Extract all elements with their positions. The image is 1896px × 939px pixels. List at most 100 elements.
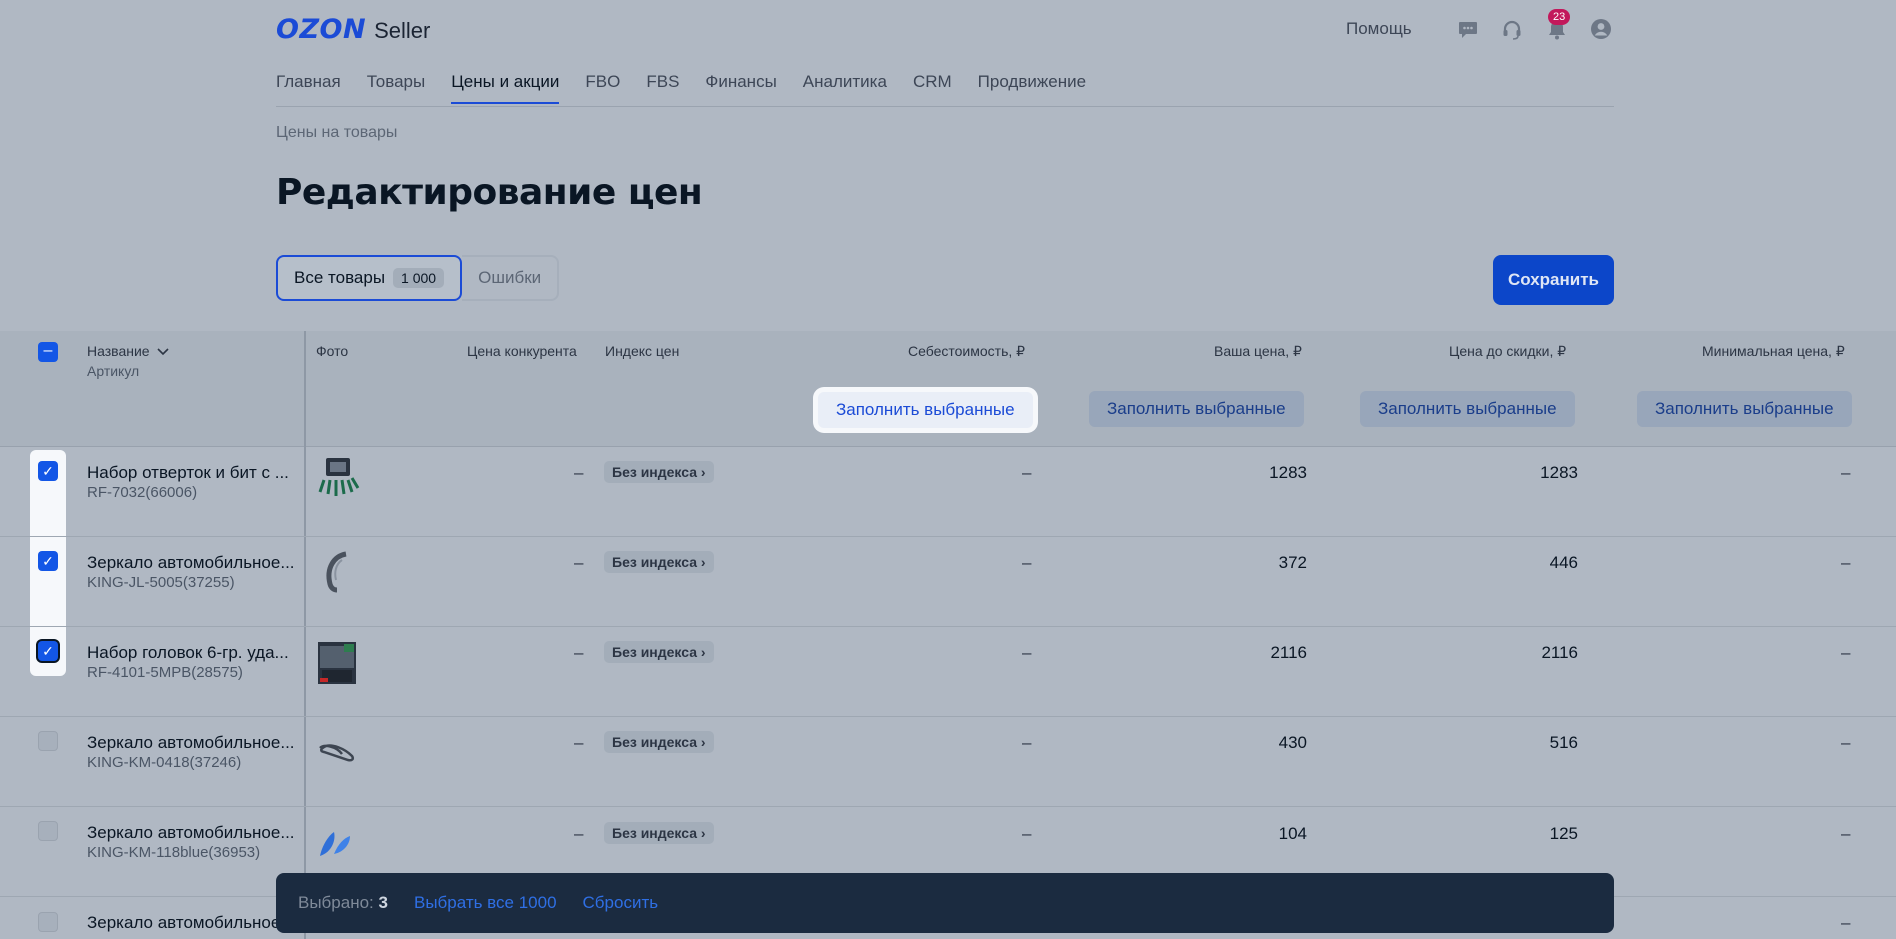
product-name[interactable]: Зеркало автомобильное... bbox=[87, 913, 295, 933]
your-price-value[interactable]: 104 bbox=[1187, 824, 1307, 844]
price-index-chip[interactable]: Без индекса › bbox=[604, 551, 714, 573]
cost-value[interactable]: – bbox=[1022, 643, 1031, 663]
column-name-label: Название bbox=[87, 343, 150, 359]
product-photo-car-mirror-blue[interactable] bbox=[316, 820, 360, 864]
save-button[interactable]: Сохранить bbox=[1493, 255, 1614, 305]
filter-all-label: Все товары bbox=[294, 268, 386, 287]
column-header-price-index: Индекс цен bbox=[605, 343, 680, 359]
fill-selected-cost-button[interactable]: Заполнить выбранные bbox=[818, 392, 1033, 428]
filter-all-products[interactable]: Все товары 1 000 bbox=[276, 255, 463, 301]
product-sku: RF-4101-5MPB(28575) bbox=[87, 664, 243, 681]
cost-value[interactable]: – bbox=[1022, 824, 1031, 844]
fill-selected-old-price-button[interactable]: Заполнить выбранные bbox=[1360, 391, 1575, 427]
price-index-label: Без индекса bbox=[612, 825, 697, 841]
table-row[interactable] bbox=[0, 537, 1896, 627]
min-price-value[interactable]: – bbox=[1841, 733, 1850, 753]
column-header-name[interactable]: Название bbox=[87, 343, 170, 359]
ozon-seller-logo[interactable]: OZON Seller bbox=[276, 14, 430, 45]
old-price-value[interactable]: 2116 bbox=[1458, 643, 1578, 663]
filter-all-count: 1 000 bbox=[393, 268, 445, 288]
column-header-photo: Фото bbox=[316, 343, 349, 359]
min-price-value[interactable]: – bbox=[1841, 553, 1850, 573]
product-name[interactable]: Зеркало автомобильное... bbox=[87, 733, 295, 753]
fill-selected-min-price-button[interactable]: Заполнить выбранные bbox=[1637, 391, 1852, 427]
cost-value[interactable]: – bbox=[1022, 733, 1031, 753]
chevron-right-icon: › bbox=[700, 644, 706, 660]
old-price-value[interactable]: 125 bbox=[1458, 824, 1578, 844]
competitor-price: – bbox=[574, 733, 584, 752]
your-price-value[interactable]: 430 bbox=[1187, 733, 1307, 753]
product-name[interactable]: Набор головок 6-гр. уда... bbox=[87, 643, 289, 663]
product-sku: KING-KM-118blue(36953) bbox=[87, 844, 261, 861]
min-price-value[interactable]: – bbox=[1841, 824, 1850, 844]
nav-item-analytics[interactable]: Аналитика bbox=[803, 72, 887, 104]
logo-brand: OZON bbox=[276, 14, 367, 45]
product-name[interactable]: Зеркало автомобильное... bbox=[87, 823, 295, 843]
price-index-label: Без индекса bbox=[612, 644, 697, 660]
row-checkbox[interactable] bbox=[38, 821, 58, 841]
nav-item-finance[interactable]: Финансы bbox=[705, 72, 776, 104]
select-all-checkbox[interactable]: – bbox=[38, 342, 58, 362]
column-header-sku: Артикул bbox=[87, 363, 140, 379]
product-name[interactable]: Зеркало автомобильное... bbox=[87, 553, 295, 573]
price-index-chip[interactable]: Без индекса › bbox=[604, 822, 714, 844]
row-checkbox[interactable]: ✓ bbox=[38, 461, 58, 481]
your-price-value[interactable]: 372 bbox=[1187, 553, 1307, 573]
nav-item-home[interactable]: Главная bbox=[276, 72, 341, 104]
help-link[interactable]: Помощь bbox=[1346, 19, 1412, 39]
breadcrumb[interactable]: Цены на товары bbox=[276, 124, 397, 142]
column-header-price-before-discount: Цена до скидки, ₽ bbox=[1449, 343, 1567, 359]
main-nav: Главная Товары Цены и акции FBO FBS Фина… bbox=[276, 72, 1086, 104]
competitor-price: – bbox=[574, 643, 584, 662]
old-price-value[interactable]: 1283 bbox=[1458, 463, 1578, 483]
notifications-badge: 23 bbox=[1548, 9, 1571, 25]
min-price-value[interactable]: – bbox=[1841, 643, 1850, 663]
product-name[interactable]: Набор отверток и бит с ... bbox=[87, 463, 289, 483]
fill-selected-your-price-button[interactable]: Заполнить выбранные bbox=[1089, 391, 1304, 427]
chat-icon[interactable] bbox=[1457, 18, 1479, 40]
row-checkbox[interactable] bbox=[38, 912, 58, 932]
selected-number: 3 bbox=[378, 893, 388, 912]
row-checkbox[interactable]: ✓ bbox=[38, 641, 58, 661]
selection-action-bar: Выбрано: 3 Выбрать все 1000 Сбросить bbox=[276, 873, 1614, 933]
table-row[interactable] bbox=[0, 447, 1896, 537]
your-price-value[interactable]: 2116 bbox=[1187, 643, 1307, 663]
selected-label: Выбрано: bbox=[298, 893, 374, 912]
product-photo-car-mirror[interactable] bbox=[316, 730, 360, 774]
row-checkbox[interactable] bbox=[38, 731, 58, 751]
nav-item-promotion[interactable]: Продвижение bbox=[978, 72, 1086, 104]
old-price-value[interactable]: 446 bbox=[1458, 553, 1578, 573]
chevron-right-icon: › bbox=[700, 464, 706, 480]
cost-value[interactable]: – bbox=[1022, 553, 1031, 573]
cost-value[interactable]: – bbox=[1022, 463, 1031, 483]
select-all-link[interactable]: Выбрать все 1000 bbox=[414, 893, 557, 913]
price-index-chip[interactable]: Без индекса › bbox=[604, 731, 714, 753]
price-index-label: Без индекса bbox=[612, 554, 697, 570]
price-index-chip[interactable]: Без индекса › bbox=[604, 461, 714, 483]
nav-item-fbs[interactable]: FBS bbox=[646, 72, 679, 104]
min-price-value[interactable]: – bbox=[1841, 913, 1850, 933]
product-photo-socket-set[interactable] bbox=[316, 640, 360, 684]
headset-icon[interactable] bbox=[1501, 18, 1523, 40]
chevron-right-icon: › bbox=[700, 554, 706, 570]
profile-icon[interactable] bbox=[1590, 18, 1612, 40]
competitor-price: – bbox=[574, 824, 584, 843]
table-row[interactable] bbox=[0, 627, 1896, 717]
min-price-value[interactable]: – bbox=[1841, 463, 1850, 483]
reset-link[interactable]: Сбросить bbox=[583, 893, 659, 913]
your-price-value[interactable]: 1283 bbox=[1187, 463, 1307, 483]
row-checkbox[interactable]: ✓ bbox=[38, 551, 58, 571]
nav-item-products[interactable]: Товары bbox=[367, 72, 425, 104]
table-row[interactable] bbox=[0, 717, 1896, 807]
nav-item-fbo[interactable]: FBO bbox=[585, 72, 620, 104]
nav-item-prices[interactable]: Цены и акции bbox=[451, 72, 560, 104]
product-photo-screwdriver-set[interactable] bbox=[316, 456, 360, 500]
selected-count: Выбрано: 3 bbox=[298, 893, 388, 913]
price-index-chip[interactable]: Без индекса › bbox=[604, 641, 714, 663]
nav-item-crm[interactable]: CRM bbox=[913, 72, 952, 104]
filter-errors[interactable]: Ошибки bbox=[462, 255, 560, 301]
product-photo-car-mirror[interactable] bbox=[316, 550, 360, 594]
filter-segment: Все товары 1 000 Ошибки bbox=[276, 255, 560, 301]
price-index-label: Без индекса bbox=[612, 734, 697, 750]
old-price-value[interactable]: 516 bbox=[1458, 733, 1578, 753]
